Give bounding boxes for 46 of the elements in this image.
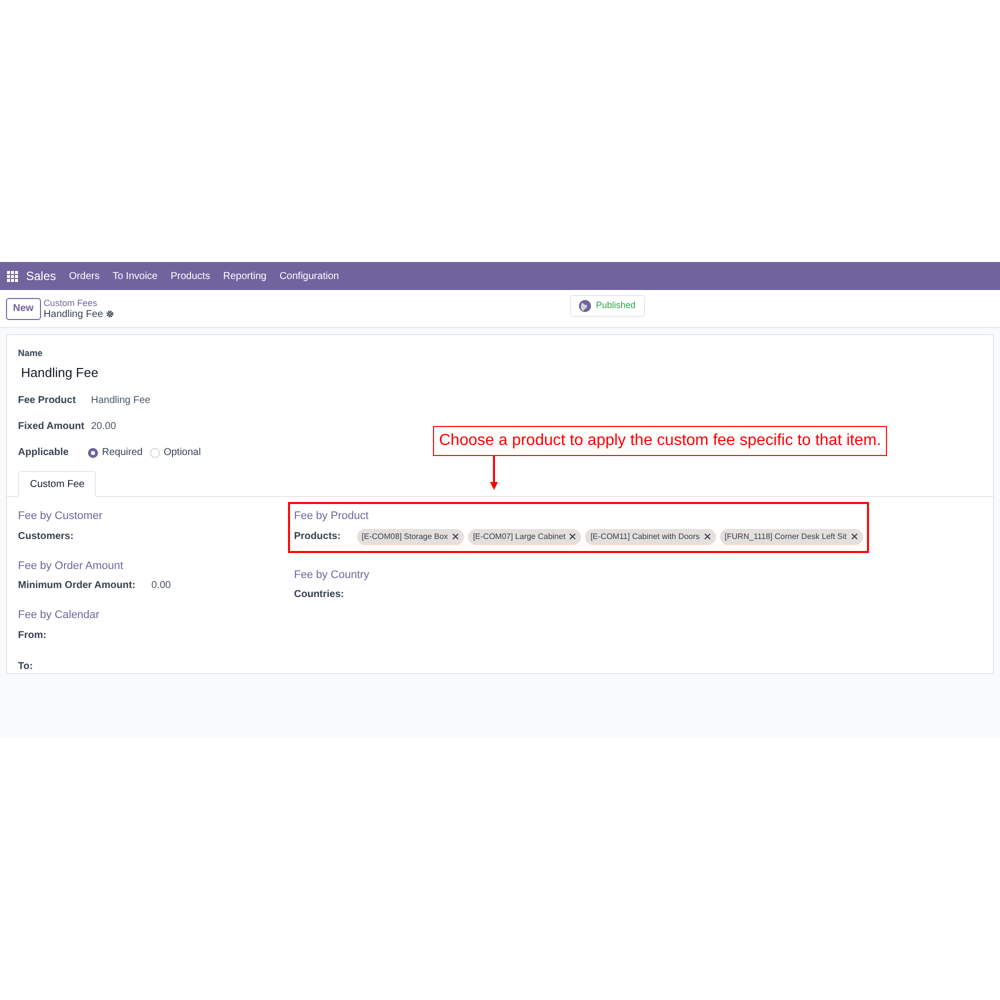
section-title: Fee by Customer (18, 509, 104, 524)
close-icon[interactable] (850, 533, 858, 540)
menu-item[interactable]: Configuration (279, 268, 339, 284)
field-label: Customers: (18, 530, 74, 544)
name-field[interactable]: Handling Fee (21, 362, 982, 382)
section-title: Fee by Order Amount (18, 558, 124, 574)
product-tag: [E-COM11] Cabinet with Doors (585, 528, 716, 544)
field-value[interactable]: Handling Fee (91, 393, 150, 408)
globe-icon (579, 300, 591, 312)
record-title: Handling Fee (44, 308, 104, 320)
section-title: Fee by Product (294, 509, 370, 524)
field-value: 0.00 (151, 579, 171, 593)
section-title: Fee by Calendar (18, 608, 100, 623)
radio-button[interactable] (88, 448, 98, 458)
menu-item[interactable]: Products (170, 268, 210, 284)
menu-item[interactable]: Orders (69, 268, 100, 284)
product-tag: [E-COM08] Storage Box (356, 528, 464, 544)
field-label: From: (18, 628, 46, 642)
close-icon[interactable] (704, 533, 711, 540)
field-label: Minimum Order Amount: (18, 579, 136, 593)
radio-label: Optional (164, 446, 201, 460)
field-label: Products: (294, 530, 341, 544)
field-label: Fixed Amount (18, 420, 86, 434)
gear-icon[interactable] (106, 310, 114, 318)
tab[interactable]: Custom Fee (18, 471, 96, 497)
section-title: Fee by Country (294, 568, 370, 582)
app-name[interactable]: Sales (26, 267, 56, 285)
radio-label: Required (102, 446, 143, 460)
product-tag: [FURN_1118] Corner Desk Left Sit (720, 528, 863, 544)
menu-item[interactable]: To Invoice (112, 268, 158, 284)
field-label: Fee Product (18, 394, 77, 408)
close-icon[interactable] (452, 533, 459, 540)
breadcrumb-link[interactable]: Custom Fees (44, 298, 114, 308)
field-label: Countries: (294, 588, 344, 602)
menu-item[interactable]: Reporting (223, 268, 266, 284)
published-button[interactable]: Published (570, 295, 645, 317)
annotation-callout: Choose a product to apply the custom fee specific to that item. (433, 426, 888, 456)
new-button[interactable]: New (6, 298, 41, 320)
field-value[interactable]: 20.00 (91, 419, 116, 434)
arrow-icon (490, 456, 498, 490)
field-label: To: (18, 660, 33, 674)
product-tag: [E-COM07] Large Cabinet (468, 528, 582, 544)
field-label: Name (18, 347, 44, 360)
field-label: Applicable (18, 446, 70, 460)
apps-grid-icon[interactable] (7, 270, 18, 282)
close-icon[interactable] (569, 533, 576, 540)
